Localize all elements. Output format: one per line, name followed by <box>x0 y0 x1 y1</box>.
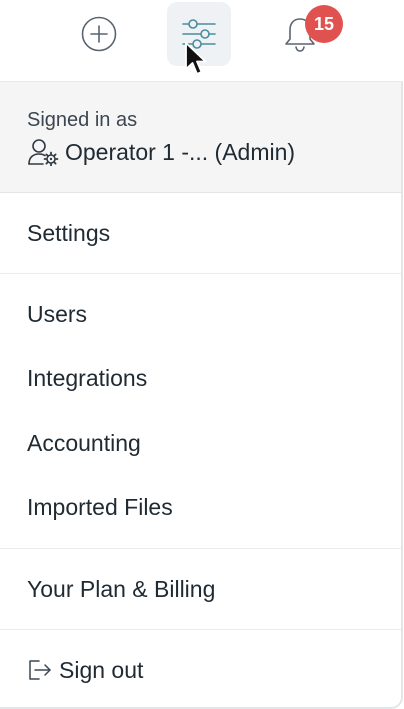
menu-item-integrations[interactable]: Integrations <box>0 347 401 412</box>
menu-item-imported-files[interactable]: Imported Files <box>0 476 401 541</box>
current-user: Operator 1 -... (Admin) <box>27 138 401 166</box>
signed-in-section: Signed in as Operator 1 -... (Admin) <box>0 82 401 193</box>
account-dropdown-menu: Signed in as Operator 1 -... (Admin) Set… <box>0 82 403 709</box>
signout-section: Sign out <box>0 630 401 707</box>
sign-out-icon <box>29 660 51 680</box>
signed-in-label: Signed in as <box>27 109 138 131</box>
menu-item-settings[interactable]: Settings <box>0 193 401 273</box>
settings-sliders-button[interactable] <box>167 2 231 66</box>
user-gear-icon <box>28 139 59 166</box>
sliders-icon <box>182 19 216 49</box>
billing-section: Your Plan & Billing <box>0 549 401 630</box>
user-name: Operator 1 -... (Admin) <box>65 138 296 165</box>
menu-item-users[interactable]: Users <box>0 282 401 347</box>
plus-circle-icon <box>81 16 117 52</box>
sign-out-button[interactable]: Sign out <box>0 630 401 707</box>
notification-count-badge: 15 <box>305 5 343 43</box>
sign-out-label: Sign out <box>59 656 144 683</box>
menu-item-plan-billing[interactable]: Your Plan & Billing <box>0 549 401 629</box>
add-button[interactable] <box>67 0 131 68</box>
admin-section: Users Integrations Accounting Imported F… <box>0 274 401 549</box>
top-toolbar: 15 <box>0 0 404 80</box>
settings-section: Settings <box>0 193 401 274</box>
menu-item-accounting[interactable]: Accounting <box>0 411 401 476</box>
